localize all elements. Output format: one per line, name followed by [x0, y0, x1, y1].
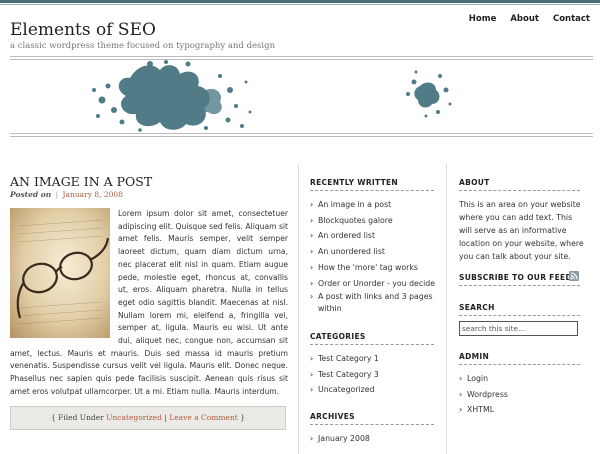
recent-posts-list: An image in a post Blockquotes galore An…: [310, 197, 438, 315]
post-filed-under: { Filed Under Uncategorized | Leave a Co…: [10, 406, 286, 430]
header-divider-bottom: [10, 133, 593, 137]
category-link[interactable]: Uncategorized: [106, 413, 162, 422]
widget-title-recently-written: RECENTLY WRITTEN: [310, 178, 399, 187]
top-navigation: Home About Contact: [469, 14, 590, 24]
post-body: Lorem ipsum dolor sit amet, consectetuer…: [10, 208, 288, 399]
widget-divider: [310, 190, 434, 191]
column-divider-right: [446, 164, 447, 454]
nav-home-link[interactable]: Home: [469, 14, 497, 24]
recent-post-link[interactable]: An ordered list: [310, 228, 438, 244]
nav-about-link[interactable]: About: [510, 14, 539, 24]
widget-divider: [310, 344, 434, 345]
widget-divider: [310, 424, 434, 425]
post-title[interactable]: AN IMAGE IN A POST: [10, 174, 152, 189]
recent-post-link[interactable]: An unordered list: [310, 244, 438, 260]
post-date[interactable]: January 8, 2008: [63, 190, 123, 199]
leave-comment-link[interactable]: Leave a Comment: [169, 413, 238, 422]
about-text: This is an area on your website where yo…: [459, 200, 584, 261]
recent-post-link[interactable]: How the 'more' tag works: [310, 260, 438, 276]
column-divider-left: [298, 164, 299, 454]
category-item[interactable]: Test Category 1: [310, 351, 438, 367]
admin-list: Login Wordpress XHTML: [459, 371, 584, 418]
widget-title-subscribe: SUBSCRIBE TO OUR FEED: [459, 273, 572, 282]
category-item[interactable]: Test Category 3: [310, 367, 438, 383]
widget-title-categories: CATEGORIES: [310, 332, 366, 341]
header-splash-art: [10, 60, 593, 132]
top-border: [0, 0, 600, 3]
filed-suffix: }: [240, 413, 245, 422]
site-title[interactable]: Elements of SEO: [10, 20, 156, 40]
recent-post-link[interactable]: Order or Unorder - you decide: [310, 276, 438, 292]
admin-login-link[interactable]: Login: [459, 371, 584, 387]
recent-post-link[interactable]: A post with links and 3 pages within: [310, 291, 438, 315]
widget-divider: [459, 190, 580, 191]
nav-contact-link[interactable]: Contact: [553, 14, 590, 24]
archives-list: January 2008: [310, 431, 438, 447]
post-meta: Posted on | January 8, 2008: [10, 190, 123, 199]
search-input[interactable]: [459, 321, 578, 336]
rss-icon[interactable]: [569, 271, 579, 281]
widget-title-archives: ARCHIVES: [310, 412, 355, 421]
top-border-thin: [0, 4, 600, 5]
image-float-spacer: [10, 208, 118, 339]
admin-xhtml-link[interactable]: XHTML: [459, 402, 584, 418]
widget-title-admin: ADMIN: [459, 352, 490, 361]
widget-divider: [459, 364, 580, 365]
recent-post-link[interactable]: An image in a post: [310, 197, 438, 213]
meta-separator: |: [55, 190, 59, 199]
archive-item[interactable]: January 2008: [310, 431, 438, 447]
recent-post-link[interactable]: Blockquotes galore: [310, 213, 438, 229]
filed-divider: |: [164, 413, 167, 422]
widget-title-search: SEARCH: [459, 303, 495, 312]
filed-prefix: { Filed Under: [51, 413, 104, 422]
site-tagline: a classic wordpress theme focused on typ…: [10, 41, 276, 51]
widget-title-about: ABOUT: [459, 178, 490, 187]
widget-divider: [459, 285, 580, 286]
admin-wordpress-link[interactable]: Wordpress: [459, 387, 584, 403]
posted-on-label: Posted on: [10, 190, 52, 199]
category-item[interactable]: Uncategorized: [310, 382, 438, 398]
categories-list: Test Category 1 Test Category 3 Uncatego…: [310, 351, 438, 398]
widget-divider: [459, 315, 580, 316]
